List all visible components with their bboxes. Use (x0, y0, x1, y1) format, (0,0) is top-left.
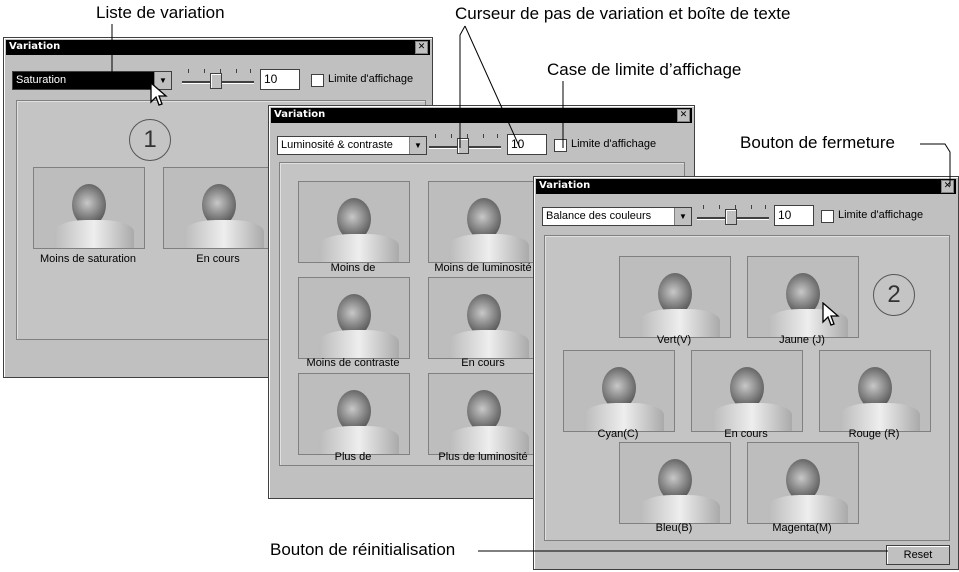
callout-display-limit: Case de limite d’affichage (547, 60, 742, 79)
thumbnail-caption: Plus de luminosité (438, 451, 528, 463)
display-limit-label: Limite d'affichage (838, 209, 924, 221)
close-icon[interactable]: ✕ (941, 180, 954, 193)
step-value-input[interactable]: 10 (260, 69, 300, 90)
thumbnail-caption: Moins de saturation (40, 253, 136, 265)
dropdown-value: Saturation (16, 74, 67, 86)
variation-step-slider[interactable] (697, 204, 769, 226)
variation-thumbnail[interactable] (563, 350, 675, 432)
callout-step-slider: Curseur de pas de variation et boîte de … (455, 4, 791, 23)
slider-thumb[interactable] (457, 138, 469, 154)
callout-variation-list: Liste de variation (96, 3, 225, 22)
thumbnail-caption: Moins de luminosité (434, 262, 532, 274)
thumbnail-caption: Rouge (R) (848, 428, 900, 440)
variation-thumbnail[interactable] (619, 442, 731, 524)
slider-thumb[interactable] (725, 209, 737, 225)
thumbnail-caption: Plus de (334, 451, 372, 463)
thumbnail-caption: Bleu(B) (655, 522, 693, 534)
variation-list-dropdown[interactable]: Balance des couleurs ▼ (542, 207, 692, 226)
variation-step-slider[interactable] (429, 133, 501, 155)
step-value: 10 (511, 137, 525, 151)
step-value-input[interactable]: 10 (507, 134, 547, 155)
reset-button[interactable]: Reset (886, 545, 950, 565)
dropdown-value: Balance des couleurs (546, 210, 652, 222)
title-bar: Variation ✕ (6, 40, 430, 55)
window-title: Variation (539, 180, 591, 191)
step-value: 10 (264, 72, 278, 86)
step-value-input[interactable]: 10 (774, 205, 814, 226)
window-title: Variation (9, 41, 61, 52)
variation-thumbnail[interactable] (428, 373, 540, 455)
title-bar: Variation ✕ (536, 179, 956, 194)
thumbnail-caption: Vert(V) (656, 334, 692, 346)
variation-thumbnail[interactable] (428, 277, 540, 359)
slider-thumb[interactable] (210, 73, 222, 89)
thumbnail-caption: En cours (461, 357, 505, 369)
variation-step-slider[interactable] (182, 68, 254, 90)
variation-thumbnail[interactable] (163, 167, 275, 249)
step-badge: 2 (873, 274, 915, 316)
display-limit-checkbox[interactable] (311, 74, 324, 87)
variation-thumbnail[interactable] (747, 256, 859, 338)
callout-reset-button: Bouton de réinitialisation (270, 540, 456, 559)
window-title: Variation (274, 109, 326, 120)
thumbnail-caption: Cyan(C) (597, 428, 639, 440)
variation-list-dropdown[interactable]: Luminosité & contraste ▼ (277, 136, 427, 155)
variation-thumbnail[interactable] (33, 167, 145, 249)
variation-window-color-balance: Variation ✕ Balance des couleurs ▼ 10 Li… (533, 176, 959, 570)
chevron-down-icon[interactable]: ▼ (674, 208, 691, 225)
thumbnail-caption: Magenta(M) (772, 522, 832, 534)
variation-thumbnail[interactable] (619, 256, 731, 338)
thumbnail-caption: Jaune (J) (779, 334, 825, 346)
close-icon[interactable]: ✕ (677, 109, 690, 122)
step-value: 10 (778, 208, 792, 222)
dropdown-value: Luminosité & contraste (281, 139, 393, 151)
variation-thumbnail[interactable] (298, 277, 410, 359)
display-limit-label: Limite d'affichage (328, 73, 414, 85)
variation-thumbnail[interactable] (428, 181, 540, 263)
step-badge: 1 (129, 119, 171, 161)
display-limit-checkbox[interactable] (821, 210, 834, 223)
close-icon[interactable]: ✕ (415, 41, 428, 54)
variation-list-dropdown[interactable]: Saturation ▼ (12, 71, 172, 90)
thumbnail-caption: Moins de contraste (306, 357, 400, 369)
thumbnail-caption: En cours (196, 253, 240, 265)
thumbnail-caption: Moins de (330, 262, 376, 274)
variation-thumbnail[interactable] (691, 350, 803, 432)
callout-close-button: Bouton de fermeture (740, 133, 895, 152)
display-limit-label: Limite d'affichage (571, 138, 657, 150)
title-bar: Variation ✕ (271, 108, 692, 123)
variation-preview-panel: 2 Vert(V) Jaune (J) Cyan(C) En cours Rou… (544, 235, 950, 541)
arrow-cursor-icon (150, 82, 168, 106)
chevron-down-icon[interactable]: ▼ (409, 137, 426, 154)
display-limit-checkbox[interactable] (554, 139, 567, 152)
thumbnail-caption: En cours (724, 428, 768, 440)
variation-thumbnail[interactable] (819, 350, 931, 432)
variation-thumbnail[interactable] (298, 181, 410, 263)
variation-thumbnail[interactable] (298, 373, 410, 455)
variation-thumbnail[interactable] (747, 442, 859, 524)
arrow-cursor-icon (822, 302, 840, 326)
